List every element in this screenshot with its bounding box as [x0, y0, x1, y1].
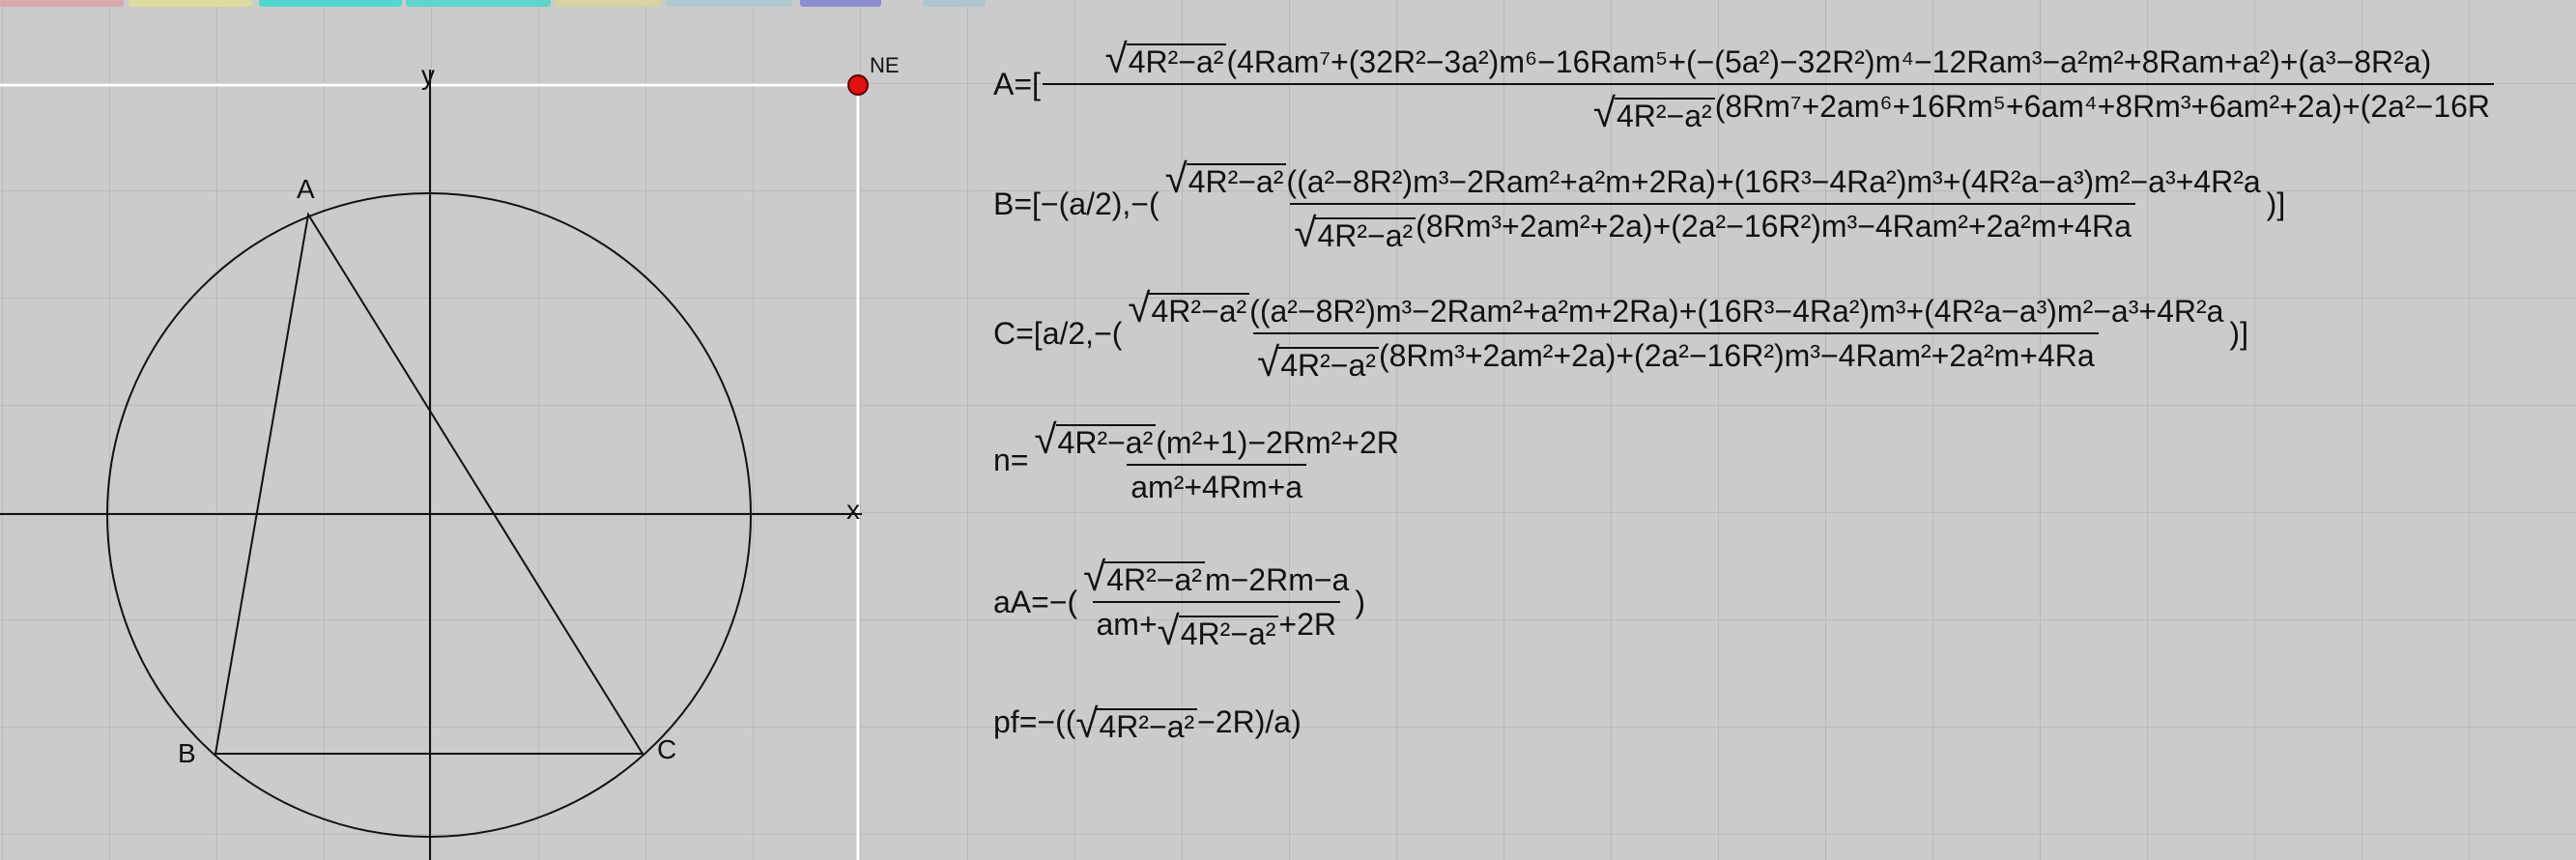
- equation-a-lhs: A=[: [993, 67, 1041, 101]
- equation-aa[interactable]: aA=−( √ 4R²−a² m−2Rm−a am+ √ 4R²−a² +2R ): [993, 555, 1365, 651]
- equation-b[interactable]: B=[−(a/2),−( √ 4R²−a² ((a²−8R²)m³−2Ram²+a…: [993, 157, 2286, 253]
- sqrt-radical: √ 4R²−a²: [1075, 702, 1198, 744]
- equation-n-numerator: (m²+1)−2Rm²+2R: [1156, 425, 1399, 460]
- equation-a[interactable]: A=[ √ 4R²−a² (4Ram⁷+(32R²−3a²)m⁶−16Ram⁵+(…: [993, 37, 2496, 133]
- sqrt-radical: √ 4R²−a²: [1034, 417, 1157, 460]
- point-c-label: C: [657, 734, 677, 764]
- equation-aa-close: ): [1355, 585, 1365, 619]
- equation-b-lhs: B=[−(a/2),−(: [993, 186, 1159, 221]
- equation-c-denominator: (8Rm³+2am²+2a)+(2a²−16R²)m³−4Ram²+2a²m+4…: [1378, 338, 2095, 373]
- sqrt-radical: √ 4R²−a²: [1165, 157, 1287, 199]
- equation-b-denominator: (8Rm³+2am²+2a)+(2a²−16R²)m³−4Ram²+2a²m+4…: [1416, 209, 2132, 244]
- equation-pf[interactable]: pf=−(( √ 4R²−a² −2R)/a): [993, 702, 1302, 744]
- equation-n-fraction: √ 4R²−a² (m²+1)−2Rm²+2R am²+4Rm+a: [1030, 417, 1402, 504]
- equation-a-numerator: (4Ram⁷+(32R²−3a²)m⁶−16Ram⁵+(−(5a²)−32R²)…: [1226, 44, 2432, 79]
- equation-a-fraction: √ 4R²−a² (4Ram⁷+(32R²−3a²)m⁶−16Ram⁵+(−(5a…: [1042, 37, 2495, 133]
- sqrt-radical: √ 4R²−a²: [1257, 340, 1379, 383]
- sqrt-radical: √ 4R²−a²: [1083, 555, 1205, 597]
- equation-b-fraction: √ 4R²−a² ((a²−8R²)m³−2Ram²+a²m+2Ra)+(16R³…: [1161, 157, 2265, 253]
- equation-aa-denominator-prefix: am+: [1096, 607, 1158, 642]
- x-axis-label: x: [846, 495, 860, 525]
- sqrt-radical: √ 4R²−a²: [1105, 37, 1227, 79]
- sqrt-radical: √ 4R²−a²: [1158, 609, 1279, 651]
- equation-b-numerator: ((a²−8R²)m³−2Ram²+a²m+2Ra)+(16R³−4Ra²)m³…: [1286, 164, 2261, 199]
- equation-c[interactable]: C=[a/2,−( √ 4R²−a² ((a²−8R²)m³−2Ram²+a²m+…: [993, 286, 2248, 383]
- equation-n[interactable]: n= √ 4R²−a² (m²+1)−2Rm²+2R am²+4Rm+a: [993, 417, 1405, 504]
- equation-pf-lhs: pf=−((: [993, 704, 1076, 739]
- equation-a-denominator: (8Rm⁷+2am⁶+16Rm⁵+6am⁴+8Rm³+6am²+2a)+(2a²…: [1714, 89, 2491, 124]
- equation-c-numerator: ((a²−8R²)m³−2Ram²+a²m+2Ra)+(16R³−4Ra²)m³…: [1249, 294, 2224, 329]
- sqrt-radical: √ 4R²−a²: [1128, 286, 1250, 329]
- ne-point[interactable]: [847, 74, 869, 96]
- sqrt-radical: √ 4R²−a²: [1294, 211, 1417, 253]
- equation-c-lhs: C=[a/2,−(: [993, 316, 1123, 351]
- equation-aa-denominator-suffix: +2R: [1278, 607, 1336, 642]
- point-a-label: A: [297, 174, 315, 204]
- y-axis-label: y: [421, 60, 435, 90]
- equation-c-close: )]: [2229, 316, 2248, 351]
- sqrt-radical: √ 4R²−a²: [1593, 91, 1715, 133]
- point-b-label: B: [178, 738, 196, 768]
- equation-n-lhs: n=: [993, 443, 1029, 477]
- equation-c-fraction: √ 4R²−a² ((a²−8R²)m³−2Ram²+a²m+2Ra)+(16R³…: [1124, 286, 2227, 383]
- equation-n-denominator: am²+4Rm+a: [1131, 470, 1303, 504]
- point-ne-label: NE: [870, 53, 900, 77]
- equation-pf-tail: −2R)/a): [1197, 704, 1302, 739]
- equation-aa-lhs: aA=−(: [993, 585, 1078, 619]
- equation-b-close: )]: [2266, 186, 2286, 221]
- equation-aa-fraction: √ 4R²−a² m−2Rm−a am+ √ 4R²−a² +2R: [1079, 555, 1353, 651]
- equation-aa-numerator: m−2Rm−a: [1204, 562, 1350, 597]
